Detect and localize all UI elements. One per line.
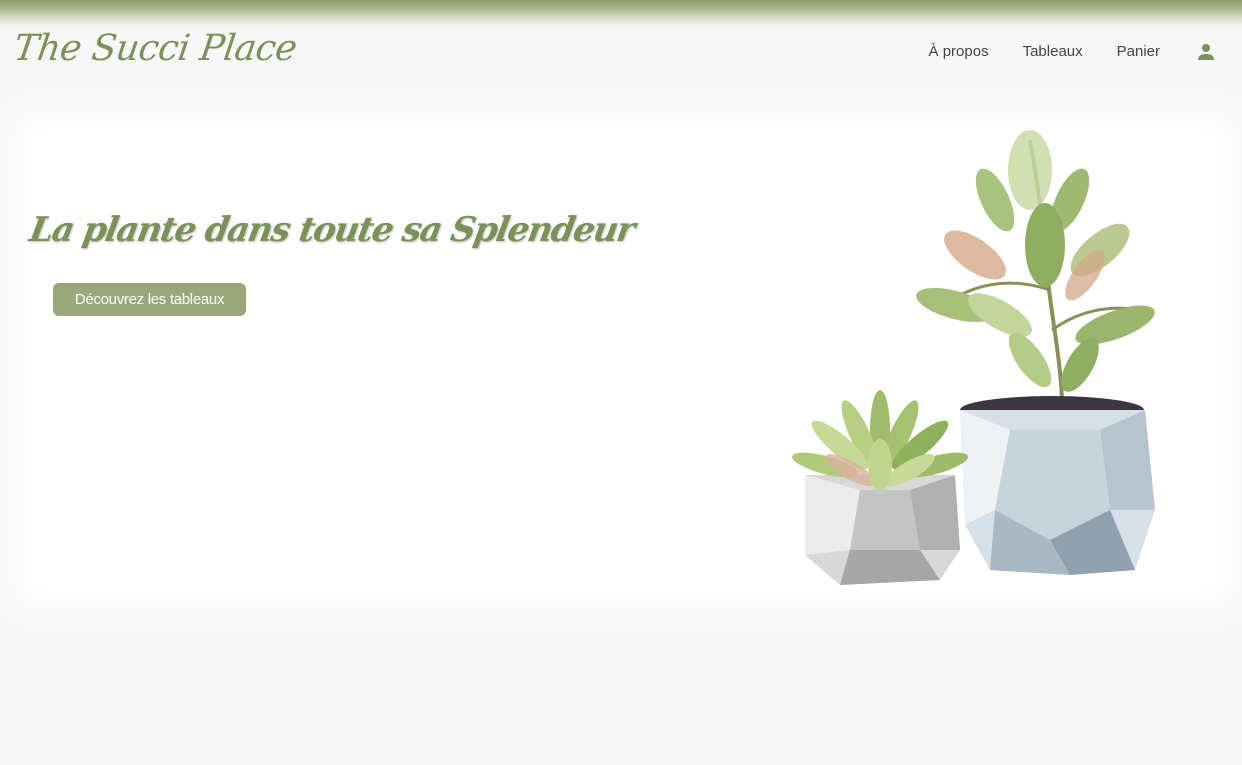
site-logo[interactable]: The Succi Place bbox=[10, 24, 299, 74]
nav-link-paintings[interactable]: Tableaux bbox=[1023, 40, 1083, 64]
succulent-illustration bbox=[780, 130, 1180, 590]
main-navigation: À propos Tableaux Panier bbox=[895, 40, 1218, 64]
user-icon[interactable] bbox=[1194, 40, 1218, 64]
discover-paintings-button[interactable]: Découvrez les tableaux bbox=[53, 283, 246, 316]
nav-link-cart[interactable]: Panier bbox=[1117, 40, 1160, 64]
nav-link-about[interactable]: À propos bbox=[929, 40, 989, 64]
hero-title: La plante dans toute sa Splendeur bbox=[26, 210, 637, 250]
